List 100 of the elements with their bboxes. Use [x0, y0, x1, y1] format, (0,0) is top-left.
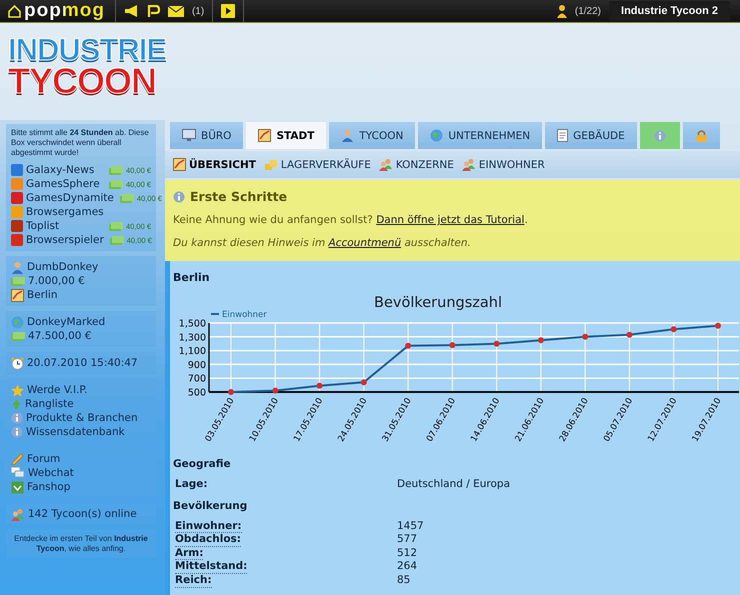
- globe-icon: [11, 316, 24, 328]
- info-icon: [11, 412, 23, 424]
- game-logo-top: INDUSTRIE: [8, 35, 166, 64]
- server-time: 20.07.2010 15:40:47: [27, 357, 138, 369]
- info-icon: [173, 190, 185, 202]
- online-count: 142 Tycoon(s) online: [28, 508, 137, 520]
- data-point: [582, 334, 588, 340]
- account-hint: Du kannst diesen Hinweis im Accountmenü ausschalten.: [173, 237, 471, 249]
- subnav-tab[interactable]: ÜBERSICHT: [173, 158, 256, 171]
- fact-label: Reich:: [175, 574, 212, 588]
- data-point: [449, 342, 456, 348]
- fact-label: Obdachlos:: [175, 533, 242, 547]
- sidebar-link[interactable]: Fanshop: [27, 481, 70, 493]
- chart-title: Bevölkerungszahl: [374, 295, 502, 311]
- lock-icon: [694, 129, 708, 142]
- section-title: Bevölkerung: [173, 500, 248, 512]
- shop-icon: [11, 480, 24, 494]
- people-icon: [378, 158, 393, 171]
- pencil-icon: [11, 452, 24, 466]
- site-logo-icon[interactable]: [11, 220, 23, 232]
- fact-label: Arm:: [175, 546, 204, 560]
- subnav-tab[interactable]: EINWOHNER: [462, 158, 545, 171]
- company-money: 47.500,00 €: [28, 330, 92, 342]
- nav-tab[interactable]: TYCOON: [329, 122, 416, 149]
- coins-icon: [264, 158, 278, 171]
- clock-icon: [11, 356, 24, 370]
- sidebar-link[interactable]: Forum: [27, 453, 60, 465]
- sidebar-link[interactable]: Produkte & Branchen: [26, 412, 138, 424]
- map-icon: [173, 158, 186, 171]
- player-money: 7.000,00 €: [28, 275, 85, 287]
- chat-icon: [11, 467, 25, 479]
- legend-label: Einwohner: [222, 310, 267, 320]
- nav-tab[interactable]: STADT: [246, 122, 326, 149]
- data-point: [360, 379, 367, 386]
- y-tick-label: 700: [188, 374, 206, 385]
- subnav-tab[interactable]: KONZERNE: [378, 158, 454, 171]
- money-icon: [108, 220, 123, 232]
- fact-value: Deutschland / Europa: [397, 478, 510, 492]
- city-title: Berlin: [173, 271, 210, 284]
- person-icon: [341, 129, 354, 142]
- megaphone-icon[interactable]: [124, 5, 139, 17]
- nav-tab[interactable]: BÜRO: [170, 122, 244, 149]
- account-menu-link[interactable]: Accountmenü: [328, 237, 402, 249]
- data-point: [228, 389, 234, 395]
- subnav-tab[interactable]: LAGERVERKÄUFE: [264, 158, 371, 171]
- mail-icon[interactable]: [168, 6, 184, 16]
- tutorial-link[interactable]: Dann öffne jetzt das Tutorial: [376, 214, 524, 226]
- section-title: Geografie: [173, 458, 231, 470]
- data-point: [316, 382, 323, 389]
- p-sign-icon[interactable]: [146, 4, 160, 18]
- people-icon: [462, 158, 476, 171]
- sidebar-link[interactable]: Rangliste: [25, 398, 74, 410]
- nav-tab[interactable]: UNTERNEHMEN: [418, 122, 542, 149]
- vote-site-link[interactable]: Browserspieler: [26, 234, 104, 246]
- data-point: [670, 326, 677, 332]
- nav-tab[interactable]: GEBÄUDE: [545, 122, 637, 149]
- help-tab[interactable]: [640, 122, 680, 149]
- money-icon: [108, 178, 123, 190]
- player-name[interactable]: DumbDonkey: [27, 261, 98, 273]
- vote-site-link[interactable]: GamesSphere: [26, 178, 100, 190]
- data-point: [715, 322, 721, 329]
- data-point: [494, 340, 500, 347]
- fact-value: 512: [397, 546, 418, 560]
- user-icon: [556, 4, 567, 18]
- game-logo-bottom: TYCOON: [8, 64, 156, 98]
- promo-text: Entdecke im ersten Teil von Industrie Tycoon, wie alles anfing.: [13, 534, 149, 554]
- vote-site-link[interactable]: Galaxy-News: [26, 164, 94, 176]
- data-point: [272, 388, 278, 394]
- star-icon: [11, 384, 24, 396]
- site-logo-icon[interactable]: [11, 178, 23, 190]
- map-icon: [258, 129, 272, 142]
- map-icon: [11, 288, 24, 302]
- vote-site-link[interactable]: GamesDynamite: [26, 192, 114, 204]
- lock-tab[interactable]: [682, 122, 720, 149]
- site-logo-icon[interactable]: [11, 192, 23, 204]
- fact-label: Mittelstand:: [175, 560, 248, 574]
- document-icon: [557, 129, 568, 142]
- sidebar-link[interactable]: Wissensdatenbank: [26, 426, 125, 438]
- site-logo-icon[interactable]: [11, 206, 23, 218]
- data-point: [405, 342, 412, 349]
- vote-site-link[interactable]: Toplist: [26, 220, 60, 232]
- money-icon: [11, 330, 25, 342]
- game-tab[interactable]: Industrie Tycoon 2: [609, 1, 730, 21]
- city-link[interactable]: Berlin: [27, 289, 58, 301]
- vote-site-link[interactable]: Browsergames: [26, 206, 104, 218]
- y-tick-label: 1,300: [178, 332, 206, 344]
- company-name[interactable]: DonkeyMarked: [27, 316, 106, 328]
- site-logo-icon[interactable]: [11, 234, 23, 246]
- y-axis: [208, 323, 210, 392]
- arrow-up-icon: [11, 398, 22, 410]
- site-logo-icon[interactable]: [11, 164, 23, 176]
- sidebar-link[interactable]: Werde V.I.P.: [27, 384, 88, 396]
- fact-value: 577: [397, 533, 418, 547]
- tutorial-hint: Keine Ahnung wie du anfangen sollst? Dann öffne jetzt das Tutorial.: [173, 214, 528, 226]
- money-icon: [108, 164, 123, 176]
- player-count: (1/22): [574, 6, 602, 16]
- home-icon[interactable]: [8, 4, 21, 18]
- message-count: (1): [192, 6, 204, 16]
- sidebar-link[interactable]: Webchat: [28, 467, 74, 479]
- play-icon[interactable]: [221, 4, 236, 18]
